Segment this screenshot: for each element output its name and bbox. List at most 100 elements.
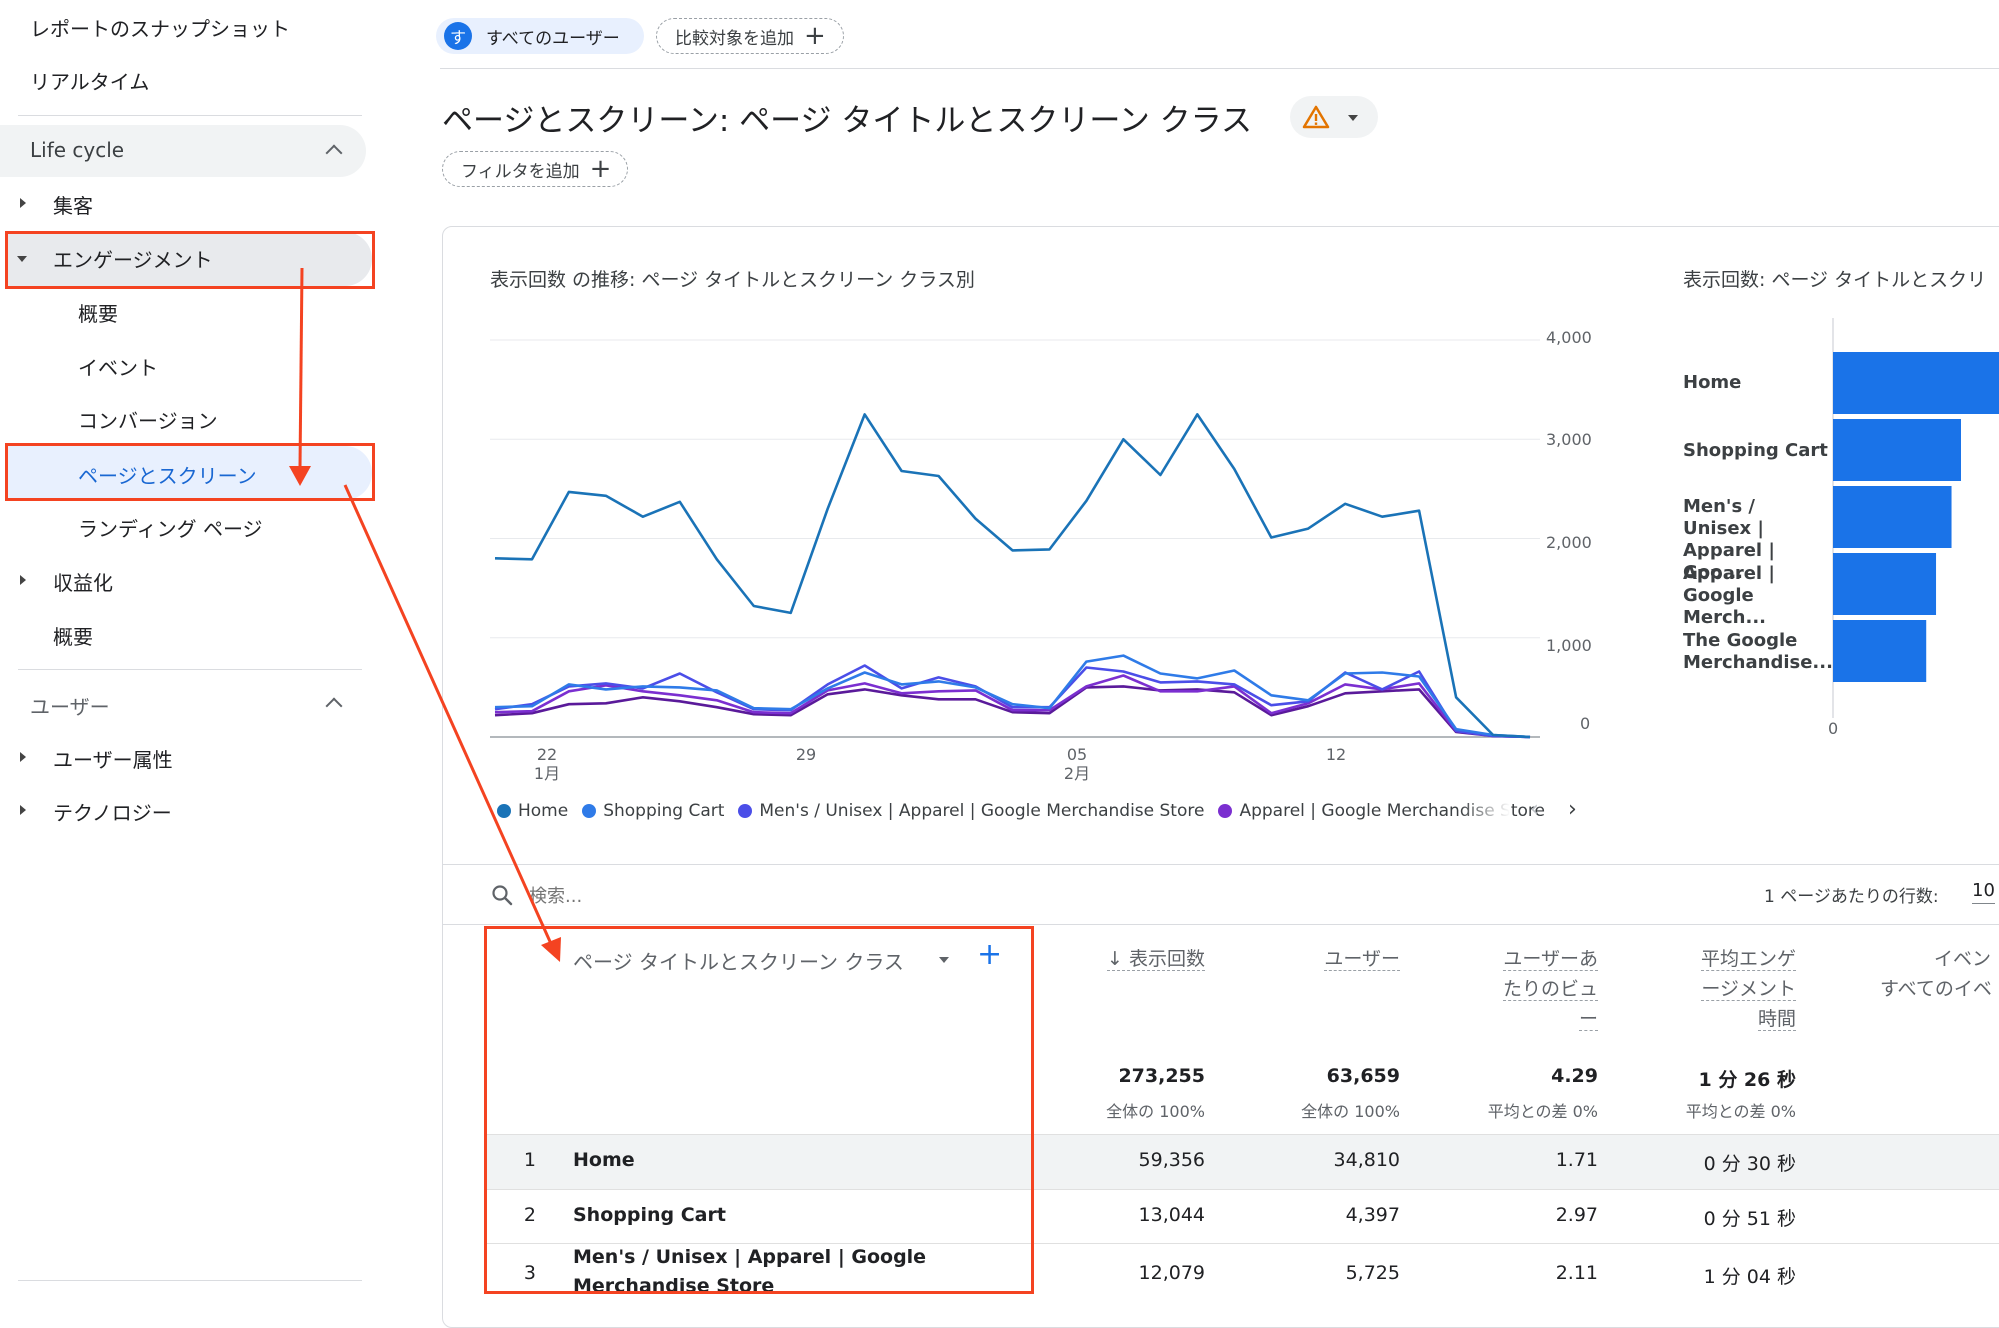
row-avg-engagement: 0 分 30 秒 [1703, 1153, 1796, 1175]
nav-monetization[interactable]: 収益化 [53, 567, 113, 596]
table-header-divider [442, 924, 1999, 925]
bar[interactable] [1833, 419, 1961, 481]
x-tick-day: 12 [1325, 745, 1347, 764]
sidebar-divider [18, 115, 362, 116]
line-chart[interactable] [490, 320, 1550, 780]
legend-dot [582, 804, 597, 818]
x-tick-day: 29 [795, 745, 817, 764]
annotation-box-dimension-column [484, 926, 1034, 1294]
expand-right-icon[interactable] [20, 575, 26, 585]
dropdown-caret-icon [1348, 115, 1358, 121]
total-users: 63,659 [1326, 1065, 1400, 1087]
total-views-sub: 全体の 100% [1106, 1102, 1205, 1121]
bar-label-line: Men's / Unisex | [1683, 496, 1764, 539]
x-tick-month: 2月 [1063, 764, 1091, 783]
col-header-line: 平均エンゲ [1700, 948, 1796, 971]
legend-label: Shopping Cart [603, 801, 725, 821]
col-header-events[interactable]: イベン すべてのイベ [1880, 944, 1999, 1004]
rows-per-page-select[interactable]: 10 [1972, 880, 1995, 904]
legend-item[interactable]: Shopping Cart [582, 801, 724, 821]
warning-icon [1302, 105, 1330, 129]
plus-icon: + [589, 154, 612, 184]
nav-report-snapshot[interactable]: レポートのスナップショット [30, 13, 290, 42]
x-tick-month: 1月 [533, 764, 561, 783]
chart-legend: Home Shopping Cart Men's / Unisex | Appa… [497, 801, 1545, 821]
expand-right-icon[interactable] [20, 752, 26, 762]
bar-label-line: Apparel | [1683, 563, 1775, 584]
legend-next-icon[interactable]: › [1568, 797, 1577, 822]
x-tick-day: 22 [536, 745, 558, 764]
chevron-up-icon[interactable] [325, 144, 343, 162]
nav-technology[interactable]: テクノロジー [53, 797, 172, 826]
col-header-avg-engagement[interactable]: 平均エンゲ ージメント 時間 [1660, 944, 1796, 1034]
x-tick-label: 29 [776, 745, 836, 764]
warning-chip[interactable] [1290, 96, 1378, 138]
bar[interactable] [1833, 486, 1952, 548]
bar-label-line: Merchandise... [1683, 652, 1833, 673]
bar-x-tick-label: 0 [1828, 719, 1839, 738]
bar-label-line: Home [1683, 372, 1742, 393]
bar-category-label: Shopping Cart [1683, 440, 1828, 462]
x-tick-label: 22 1月 [517, 745, 577, 783]
legend-item[interactable]: Men's / Unisex | Apparel | Google Mercha… [738, 801, 1204, 821]
nav-acquisition[interactable]: 集客 [53, 190, 93, 219]
col-header-line: たりのビュ [1502, 978, 1598, 1001]
bar-category-label: Apparel | Google Merch... [1683, 563, 1828, 629]
nav-monetization-overview[interactable]: 概要 [53, 621, 93, 650]
row-views-per-user: 1.71 [1555, 1149, 1598, 1171]
col-header-users[interactable]: ユーザー [1260, 944, 1400, 974]
rows-per-page-label: 1 ページあたりの行数: [1764, 887, 1939, 907]
col-header-line: すべてのイベ [1880, 978, 1992, 1000]
col-header-line: 時間 [1757, 1008, 1796, 1031]
series-line[interactable] [494, 664, 1531, 739]
segment-label: すべてのユーザー [486, 28, 620, 49]
page-title: ページとスクリーン: ページ タイトルとスクリーン クラス [442, 103, 1253, 139]
col-header-line: ↓ 表示回数 [1107, 948, 1205, 971]
add-comparison-button[interactable]: 比較対象を追加 + [656, 18, 844, 54]
col-header-line: ユーザーあ [1503, 948, 1598, 971]
search-icon [492, 885, 513, 906]
col-header-views[interactable]: ↓ 表示回数 [1060, 944, 1205, 974]
series-line[interactable] [494, 654, 1531, 739]
lifecycle-header[interactable]: Life cycle [0, 125, 366, 177]
bar-label-line: Shopping Cart [1683, 440, 1828, 461]
expand-right-icon[interactable] [20, 198, 26, 208]
col-header-views-per-user[interactable]: ユーザーあ たりのビュ ー [1460, 944, 1598, 1034]
x-tick-label: 12 [1306, 745, 1366, 764]
expand-right-icon[interactable] [20, 805, 26, 815]
total-avg-engagement: 1 分 26 秒 [1698, 1069, 1796, 1091]
series-line[interactable] [494, 685, 1531, 739]
row-views-per-user: 2.97 [1555, 1204, 1598, 1226]
chevron-up-icon[interactable] [325, 697, 343, 715]
bar-category-label: Home [1683, 372, 1828, 394]
bar[interactable] [1833, 620, 1927, 682]
nav-conversions[interactable]: コンバージョン [78, 405, 218, 434]
row-avg-engagement: 1 分 04 秒 [1703, 1266, 1796, 1288]
table-search-input[interactable] [527, 880, 1031, 912]
segment-chip[interactable]: す すべてのユーザー [436, 18, 644, 54]
bar[interactable] [1833, 553, 1937, 615]
nav-engagement-overview[interactable]: 概要 [78, 298, 118, 327]
sidebar-divider [18, 1280, 362, 1281]
user-header-label[interactable]: ユーザー [30, 691, 110, 720]
nav-landing-page[interactable]: ランディング ページ [78, 513, 263, 542]
bar-label-line: Google Merch... [1683, 585, 1766, 628]
bar-chart[interactable] [1830, 318, 1999, 718]
y-tick-label: 0 [1580, 714, 1591, 733]
nav-realtime[interactable]: リアルタイム [30, 66, 149, 95]
col-header-line: ー [1578, 1008, 1598, 1031]
row-avg-engagement: 0 分 51 秒 [1703, 1208, 1796, 1230]
add-filter-button[interactable]: フィルタを追加 + [442, 151, 628, 187]
nav-demographics[interactable]: ユーザー属性 [53, 744, 173, 773]
row-users: 4,397 [1345, 1204, 1400, 1226]
add-filter-label: フィルタを追加 [461, 161, 580, 182]
legend-prev-icon[interactable]: ‹ [1530, 797, 1539, 822]
add-comparison-label: 比較対象を追加 [675, 28, 794, 49]
legend-item[interactable]: Home [497, 801, 568, 821]
col-header-line: ユーザー [1324, 948, 1400, 971]
nav-events[interactable]: イベント [78, 352, 158, 381]
bar-chart-title: 表示回数: ページ タイトルとスクリ [1683, 269, 1987, 291]
annotation-box-engagement [5, 231, 375, 289]
header-divider [440, 68, 1999, 69]
bar[interactable] [1833, 352, 1999, 414]
